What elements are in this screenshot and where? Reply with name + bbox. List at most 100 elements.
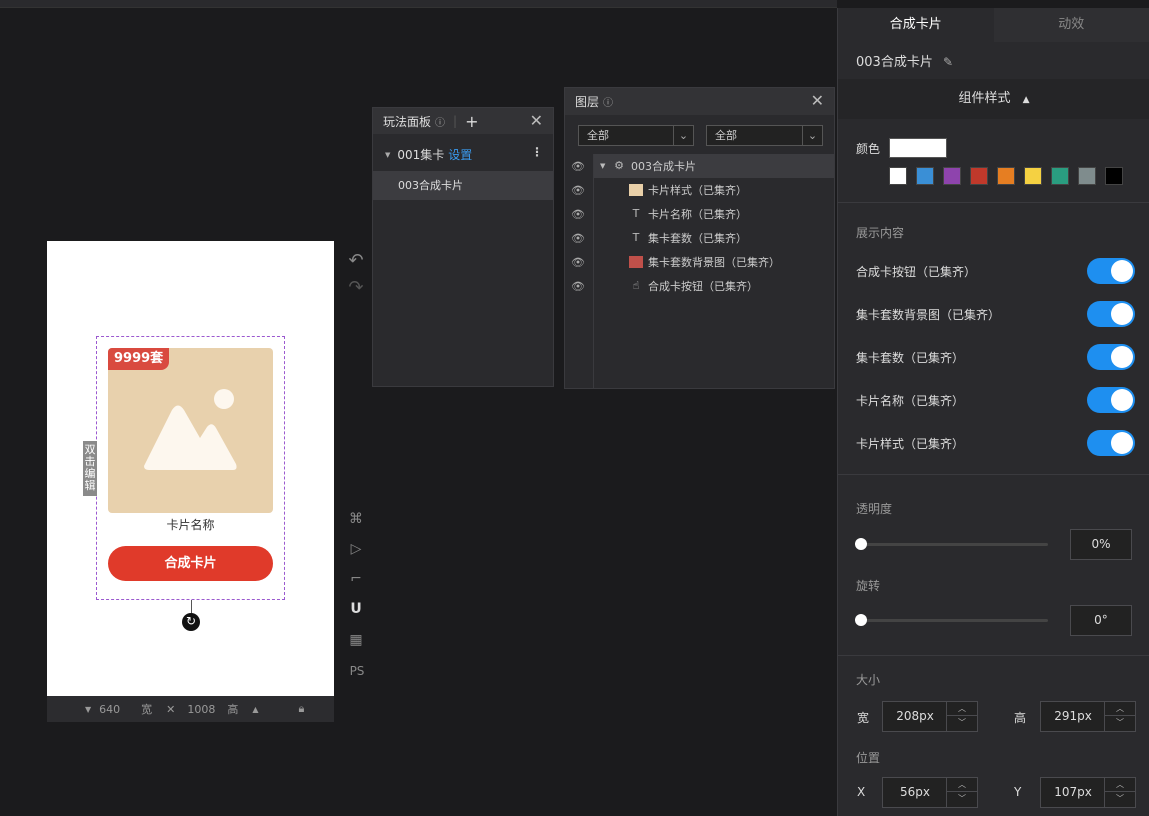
play-panel-header: 玩法面板 ⓘ | + ✕ — [373, 108, 553, 134]
x-stepper[interactable]: 56px ︿ ﹀ — [882, 777, 978, 808]
color-swatch[interactable] — [889, 167, 907, 185]
compose-card-button[interactable]: 合成卡片 — [108, 546, 273, 581]
play-item-selected[interactable]: 003合成卡片 — [373, 171, 553, 200]
layer-row-root[interactable]: 👁︎ ▼ ⚙ 003合成卡片 — [565, 154, 835, 178]
color-swatch[interactable] — [1051, 167, 1069, 185]
info-icon[interactable]: ⓘ — [603, 94, 613, 109]
color-swatch[interactable] — [943, 167, 961, 185]
ruler-icon[interactable]: ⌐ — [347, 571, 365, 587]
increment-icon[interactable]: ︿ — [1105, 702, 1135, 716]
play-icon[interactable]: ▷ — [347, 541, 365, 557]
redo-icon[interactable]: ↷ — [347, 277, 365, 298]
toggle-knob — [1111, 432, 1133, 454]
decrement-icon[interactable]: ﹀ — [1105, 792, 1135, 806]
close-icon[interactable]: ✕ — [530, 111, 543, 130]
component-name-text: 003合成卡片 — [856, 55, 933, 70]
rotate-stem — [191, 600, 192, 614]
add-icon[interactable]: + — [465, 112, 478, 131]
close-icon[interactable]: ✕ — [811, 91, 824, 110]
play-group-row[interactable]: ▼ 001集卡 设置 — [385, 146, 472, 163]
y-value[interactable]: 107px — [1041, 778, 1105, 807]
eye-icon[interactable]: 👁︎ — [571, 160, 585, 173]
color-swatch[interactable] — [1078, 167, 1096, 185]
hand-icon: ☝ — [632, 279, 640, 292]
eye-icon[interactable]: 👁︎ — [571, 208, 585, 221]
layer-label: 卡片样式（已集齐） — [648, 184, 747, 197]
eye-icon[interactable]: 👁︎ — [571, 256, 585, 269]
layer-row[interactable]: 👁︎ ▨ 卡片样式（已集齐） — [565, 178, 835, 202]
width-value[interactable]: 208px — [883, 702, 947, 731]
toggle-label: 集卡套数（已集齐） — [856, 351, 965, 365]
toggle-knob — [1111, 260, 1133, 282]
dropdown-arrow-icon[interactable]: ▼ — [85, 705, 91, 714]
eye-icon[interactable]: 👁︎ — [571, 232, 585, 245]
edit-icon[interactable]: ✎ — [943, 55, 953, 69]
group-name: 001集卡 — [397, 148, 445, 162]
rotation-value[interactable]: 0° — [1070, 605, 1132, 636]
toggle-knob — [1111, 346, 1133, 368]
ps-icon[interactable]: PS — [346, 664, 368, 678]
more-icon[interactable]: ⋮ — [531, 145, 543, 159]
display-content-title: 展示内容 — [856, 226, 905, 240]
height-value[interactable]: 291px — [1041, 702, 1105, 731]
color-swatch[interactable] — [916, 167, 934, 185]
layer-filter-1[interactable]: 全部 ⌄ — [578, 125, 694, 146]
card-image[interactable] — [108, 348, 273, 513]
lock-icon[interactable]: 🔒︎ — [299, 702, 305, 716]
toggle-switch[interactable] — [1087, 301, 1135, 327]
canvas-height-value[interactable]: 1008 — [187, 703, 225, 716]
text-icon: T — [632, 207, 640, 220]
group-settings-link[interactable]: 设置 — [448, 146, 472, 163]
layer-row[interactable]: 👁︎ T 卡片名称（已集齐） — [565, 202, 835, 226]
width-stepper[interactable]: 208px ︿ ﹀ — [882, 701, 978, 732]
slider-thumb[interactable] — [855, 538, 867, 550]
card-name-label: 卡片名称 — [166, 518, 215, 532]
y-stepper[interactable]: 107px ︿ ﹀ — [1040, 777, 1136, 808]
eye-icon[interactable]: 👁︎ — [571, 280, 585, 293]
tab-animation[interactable]: 动效 — [994, 8, 1149, 42]
opacity-slider[interactable] — [855, 538, 1048, 550]
toggle-switch[interactable] — [1087, 430, 1135, 456]
chevron-down-icon: ⌄ — [802, 126, 822, 145]
color-swatch[interactable] — [1024, 167, 1042, 185]
double-click-edit-tag[interactable]: 双击编辑 — [83, 441, 97, 496]
toggle-knob — [1111, 389, 1133, 411]
info-icon[interactable]: ⓘ — [435, 114, 445, 129]
rotate-handle-icon[interactable]: ↻ — [182, 613, 200, 631]
opacity-value[interactable]: 0% — [1070, 529, 1132, 560]
decrement-icon[interactable]: ﹀ — [947, 716, 977, 730]
decrement-icon[interactable]: ﹀ — [1105, 716, 1135, 730]
color-swatch[interactable] — [1105, 167, 1123, 185]
color-swatch[interactable] — [970, 167, 988, 185]
x-value[interactable]: 56px — [883, 778, 947, 807]
collapse-arrow-icon[interactable]: ▲ — [252, 705, 258, 714]
toggle-label: 合成卡按钮（已集齐） — [856, 265, 977, 279]
command-icon[interactable]: ⌘ — [347, 511, 365, 527]
text-icon: T — [632, 231, 640, 244]
undo-icon[interactable]: ↶ — [347, 250, 365, 271]
increment-icon[interactable]: ︿ — [947, 702, 977, 716]
eye-icon[interactable]: 👁︎ — [571, 184, 585, 197]
increment-icon[interactable]: ︿ — [1105, 778, 1135, 792]
decrement-icon[interactable]: ﹀ — [947, 792, 977, 806]
slider-thumb[interactable] — [855, 614, 867, 626]
layer-row[interactable]: 👁︎ T 集卡套数（已集齐） — [565, 226, 835, 250]
canvas-width-value[interactable]: 640 — [99, 703, 135, 716]
toggle-switch[interactable] — [1087, 258, 1135, 284]
layer-row[interactable]: 👁︎ ▨ 集卡套数背景图（已集齐） — [565, 250, 835, 274]
current-color-box[interactable] — [889, 138, 947, 158]
magnet-icon[interactable]: U — [347, 601, 365, 617]
layer-filter-2[interactable]: 全部 ⌄ — [706, 125, 823, 146]
increment-icon[interactable]: ︿ — [947, 778, 977, 792]
expand-arrow-icon[interactable]: ▼ — [600, 162, 605, 170]
grid-icon[interactable]: ▦ — [347, 632, 365, 648]
toggle-switch[interactable] — [1087, 387, 1135, 413]
style-section-header[interactable]: 组件样式 ▲ — [838, 79, 1149, 119]
expand-arrow-icon[interactable]: ▼ — [385, 151, 390, 159]
height-stepper[interactable]: 291px ︿ ﹀ — [1040, 701, 1136, 732]
toggle-switch[interactable] — [1087, 344, 1135, 370]
rotation-slider[interactable] — [855, 614, 1048, 626]
tab-compose-card[interactable]: 合成卡片 — [838, 8, 994, 42]
color-swatch[interactable] — [997, 167, 1015, 185]
layer-row[interactable]: 👁︎ ☝ 合成卡按钮（已集齐） — [565, 274, 835, 298]
